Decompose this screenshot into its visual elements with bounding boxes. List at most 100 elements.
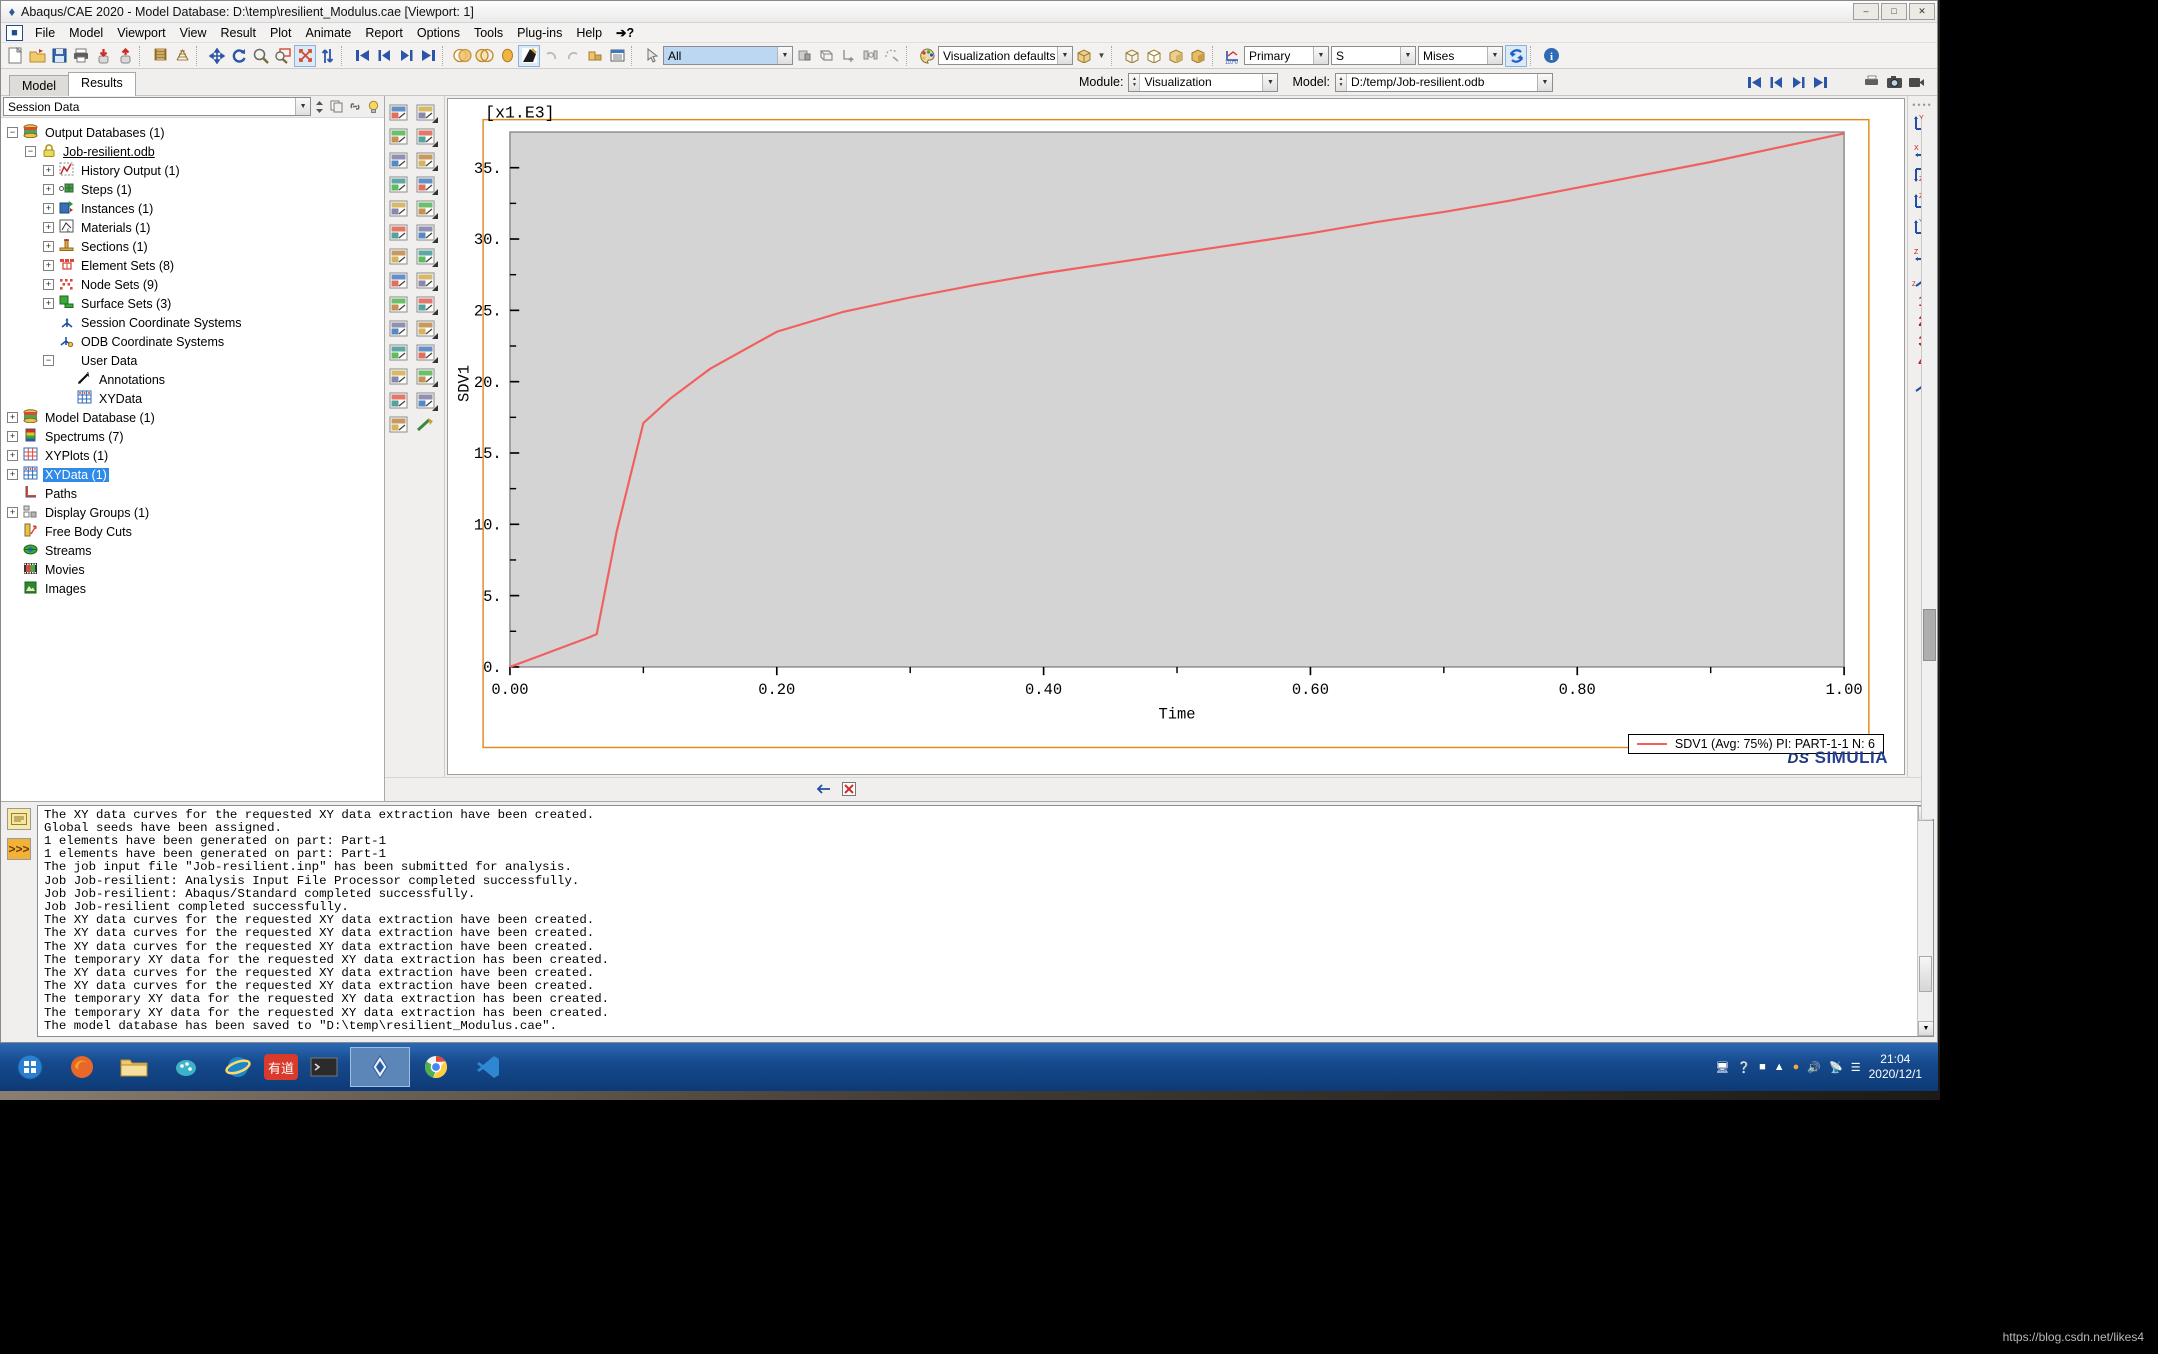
expand-icon[interactable]: + [43, 241, 54, 252]
print-icon[interactable] [70, 45, 92, 67]
youdao-icon[interactable]: 有道 [264, 1054, 298, 1080]
menu-tools[interactable]: Tools [467, 24, 510, 42]
color-code-icon[interactable] [916, 45, 938, 67]
menu-options[interactable]: Options [410, 24, 467, 42]
display-group-options-icon[interactable] [412, 388, 439, 412]
menu-file[interactable]: File [28, 24, 62, 42]
tree-node[interactable]: Free Body Cuts [7, 522, 384, 541]
color-map-options-icon[interactable] [412, 364, 439, 388]
chevron-down-icon[interactable]: ▼ [777, 47, 792, 64]
box-zoom-icon[interactable] [272, 45, 294, 67]
field-variable-combo[interactable]: Primary ▼ [1244, 46, 1329, 65]
tree-node[interactable]: +εMaterials (1) [7, 218, 384, 237]
tree-node[interactable]: +Sections (1) [7, 237, 384, 256]
menu-animate[interactable]: Animate [298, 24, 358, 42]
chevron-down-icon[interactable]: ▼ [1095, 45, 1108, 67]
camera-icon[interactable] [1883, 71, 1905, 93]
first-frame-icon[interactable] [1743, 71, 1765, 93]
title-icon[interactable] [385, 196, 412, 220]
tree-node[interactable]: +XYData (1) [7, 465, 384, 484]
drag-handle[interactable]: •••• [1912, 100, 1933, 110]
field-component-combo[interactable]: Mises ▼ [1418, 46, 1503, 65]
model-combo[interactable]: ▲▼ D:/temp/Job-resilient.odb ▼ [1335, 73, 1553, 92]
filled-icon[interactable] [1187, 45, 1209, 67]
video-icon[interactable] [1905, 71, 1927, 93]
menu-result[interactable]: Result [214, 24, 263, 42]
vscode-icon[interactable] [462, 1045, 514, 1089]
message-scrollbar[interactable]: ▲ ▼ [1917, 806, 1933, 1036]
message-log[interactable]: The XY data curves for the requested XY … [37, 805, 1934, 1037]
expand-icon[interactable]: + [7, 431, 18, 442]
coordinate-triad-icon[interactable]: 110*0 [1222, 45, 1244, 67]
minimize-button[interactable]: – [1853, 3, 1879, 20]
axis-options-icon[interactable] [412, 148, 439, 172]
xy-plot-options-icon[interactable] [412, 100, 439, 124]
tree-node[interactable]: −User Data [7, 351, 384, 370]
expand-icon[interactable]: + [7, 507, 18, 518]
tree-node[interactable]: +Surface Sets (3) [7, 294, 384, 313]
expand-icon[interactable]: + [43, 298, 54, 309]
tree-node[interactable]: Streams [7, 541, 384, 560]
last-frame-icon[interactable] [417, 45, 439, 67]
menu-viewport[interactable]: Viewport [110, 24, 172, 42]
module-spinner[interactable]: ▲▼ [1129, 74, 1140, 91]
refresh-arrows-icon[interactable] [1505, 45, 1527, 67]
previous-frame-icon[interactable] [373, 45, 395, 67]
chevron-down-icon[interactable]: ▼ [1487, 47, 1502, 64]
title-options-icon[interactable] [412, 196, 439, 220]
probe-options-icon[interactable] [412, 316, 439, 340]
tree-node[interactable]: Movies [7, 560, 384, 579]
model-spinner[interactable]: ▲▼ [1336, 74, 1347, 91]
previous-frame-icon[interactable] [1765, 71, 1787, 93]
wireframe-icon[interactable] [1121, 45, 1143, 67]
message-area-icon[interactable] [7, 808, 31, 830]
menu-help[interactable]: Help [569, 24, 609, 42]
next-frame-icon[interactable] [395, 45, 417, 67]
expand-icon[interactable]: + [43, 222, 54, 233]
expand-icon[interactable]: + [43, 184, 54, 195]
view-cube-icon[interactable] [1073, 45, 1095, 67]
table-options-icon[interactable] [412, 268, 439, 292]
tree-node[interactable]: ODB Coordinate Systems [7, 332, 384, 351]
symbol-plot-icon[interactable] [518, 45, 540, 67]
window-scroll-thumb[interactable] [1923, 609, 1936, 661]
save-icon[interactable] [48, 45, 70, 67]
axis-icon[interactable] [385, 148, 412, 172]
session-data-combo[interactable]: Session Data ▼ [3, 97, 311, 116]
plot-options-icon[interactable] [606, 45, 628, 67]
undo-display-icon[interactable] [881, 45, 903, 67]
volume-icon[interactable]: 🔊 [1807, 1061, 1821, 1074]
grid-icon[interactable] [385, 220, 412, 244]
tree-node[interactable]: +Spectrums (7) [7, 427, 384, 446]
tree-node[interactable]: +History Output (1) [7, 161, 384, 180]
close-button[interactable]: ✕ [1909, 3, 1935, 20]
chevron-down-icon[interactable]: ▼ [1313, 47, 1328, 64]
menu-plugins[interactable]: Plug-ins [510, 24, 569, 42]
chart-legend-options-icon[interactable] [412, 124, 439, 148]
explorer-icon[interactable] [108, 1045, 160, 1089]
seed-part-icon[interactable] [149, 45, 171, 67]
expand-icon[interactable]: + [7, 412, 18, 423]
field-symbol-combo[interactable]: S ▼ [1331, 46, 1416, 65]
network-icon[interactable]: 📡 [1829, 1061, 1843, 1074]
chevron-down-icon[interactable]: ▼ [1537, 74, 1552, 91]
tree-node[interactable]: Session Coordinate Systems [7, 313, 384, 332]
maximize-button[interactable]: □ [1881, 3, 1907, 20]
tree-node[interactable]: +Instances (1) [7, 199, 384, 218]
menu-report[interactable]: Report [358, 24, 410, 42]
link-icon[interactable] [347, 96, 363, 118]
contour-plot-icon[interactable] [496, 45, 518, 67]
color-mapping-combo[interactable]: Visualization defaults ▼ [938, 46, 1073, 65]
add-selection-icon[interactable] [837, 45, 859, 67]
tab-model[interactable]: Model [9, 75, 69, 96]
ime-icon[interactable]: ☰ [1851, 1061, 1861, 1074]
abaqus-icon[interactable] [350, 1047, 410, 1087]
tree-node[interactable]: AAnnotations [7, 370, 384, 389]
chevron-down-icon[interactable]: ▼ [295, 98, 310, 115]
internet-explorer-icon[interactable] [212, 1045, 264, 1089]
model-tree-icon[interactable]: ■ [6, 25, 23, 41]
last-frame-icon[interactable] [1809, 71, 1831, 93]
grid-options-icon[interactable] [412, 220, 439, 244]
cancel-icon[interactable] [841, 781, 857, 797]
tree-node[interactable]: +Steps (1) [7, 180, 384, 199]
